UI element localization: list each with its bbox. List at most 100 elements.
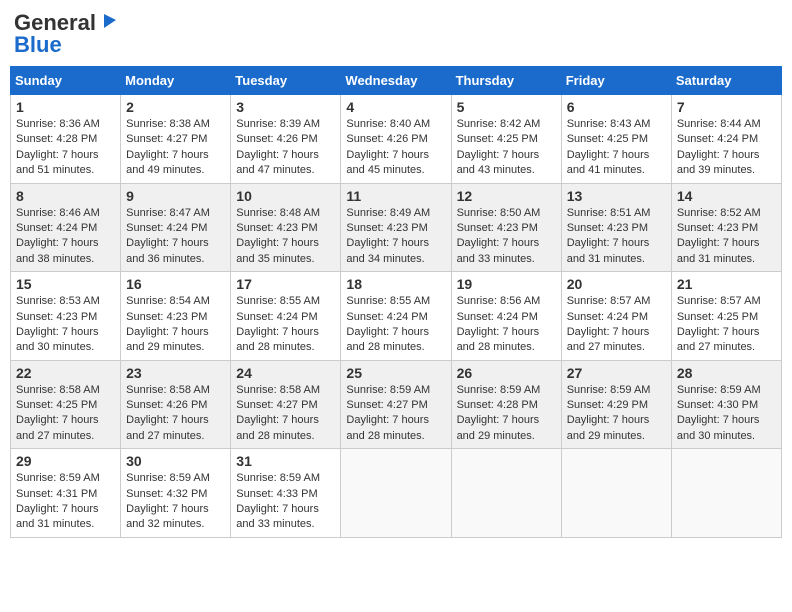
day-info: Sunrise: 8:53 AM Sunset: 4:23 PM Dayligh… — [16, 294, 115, 356]
day-number: 20 — [567, 276, 666, 292]
day-number: 3 — [236, 99, 335, 115]
day-cell: 23 Sunrise: 8:58 AM Sunset: 4:26 PM Dayl… — [121, 360, 231, 449]
day-cell — [451, 449, 561, 538]
day-number: 6 — [567, 99, 666, 115]
day-info: Sunrise: 8:39 AM Sunset: 4:26 PM Dayligh… — [236, 117, 335, 179]
header-day-saturday: Saturday — [671, 67, 781, 95]
day-number: 21 — [677, 276, 776, 292]
day-number: 10 — [236, 188, 335, 204]
day-cell: 25 Sunrise: 8:59 AM Sunset: 4:27 PM Dayl… — [341, 360, 451, 449]
day-info: Sunrise: 8:59 AM Sunset: 4:31 PM Dayligh… — [16, 471, 115, 533]
day-number: 24 — [236, 365, 335, 381]
day-info: Sunrise: 8:57 AM Sunset: 4:25 PM Dayligh… — [677, 294, 776, 356]
day-number: 14 — [677, 188, 776, 204]
header-day-tuesday: Tuesday — [231, 67, 341, 95]
day-info: Sunrise: 8:56 AM Sunset: 4:24 PM Dayligh… — [457, 294, 556, 356]
day-info: Sunrise: 8:52 AM Sunset: 4:23 PM Dayligh… — [677, 206, 776, 268]
week-row-3: 15 Sunrise: 8:53 AM Sunset: 4:23 PM Dayl… — [11, 272, 782, 361]
day-info: Sunrise: 8:58 AM Sunset: 4:27 PM Dayligh… — [236, 383, 335, 445]
day-number: 9 — [126, 188, 225, 204]
day-number: 7 — [677, 99, 776, 115]
day-info: Sunrise: 8:36 AM Sunset: 4:28 PM Dayligh… — [16, 117, 115, 179]
day-number: 18 — [346, 276, 445, 292]
day-cell: 27 Sunrise: 8:59 AM Sunset: 4:29 PM Dayl… — [561, 360, 671, 449]
day-info: Sunrise: 8:48 AM Sunset: 4:23 PM Dayligh… — [236, 206, 335, 268]
day-cell: 10 Sunrise: 8:48 AM Sunset: 4:23 PM Dayl… — [231, 183, 341, 272]
day-cell: 14 Sunrise: 8:52 AM Sunset: 4:23 PM Dayl… — [671, 183, 781, 272]
day-number: 15 — [16, 276, 115, 292]
day-info: Sunrise: 8:57 AM Sunset: 4:24 PM Dayligh… — [567, 294, 666, 356]
day-info: Sunrise: 8:59 AM Sunset: 4:27 PM Dayligh… — [346, 383, 445, 445]
day-number: 23 — [126, 365, 225, 381]
day-cell — [561, 449, 671, 538]
week-row-1: 1 Sunrise: 8:36 AM Sunset: 4:28 PM Dayli… — [11, 95, 782, 184]
day-number: 1 — [16, 99, 115, 115]
day-cell: 2 Sunrise: 8:38 AM Sunset: 4:27 PM Dayli… — [121, 95, 231, 184]
day-info: Sunrise: 8:59 AM Sunset: 4:33 PM Dayligh… — [236, 471, 335, 533]
day-cell: 3 Sunrise: 8:39 AM Sunset: 4:26 PM Dayli… — [231, 95, 341, 184]
calendar-table: SundayMondayTuesdayWednesdayThursdayFrid… — [10, 66, 782, 538]
day-number: 19 — [457, 276, 556, 292]
header-day-thursday: Thursday — [451, 67, 561, 95]
day-number: 31 — [236, 453, 335, 469]
day-cell: 17 Sunrise: 8:55 AM Sunset: 4:24 PM Dayl… — [231, 272, 341, 361]
header-day-monday: Monday — [121, 67, 231, 95]
logo: General Blue — [14, 10, 120, 58]
day-cell: 20 Sunrise: 8:57 AM Sunset: 4:24 PM Dayl… — [561, 272, 671, 361]
day-number: 28 — [677, 365, 776, 381]
day-info: Sunrise: 8:47 AM Sunset: 4:24 PM Dayligh… — [126, 206, 225, 268]
day-cell: 4 Sunrise: 8:40 AM Sunset: 4:26 PM Dayli… — [341, 95, 451, 184]
day-number: 27 — [567, 365, 666, 381]
header-row: SundayMondayTuesdayWednesdayThursdayFrid… — [11, 67, 782, 95]
day-number: 17 — [236, 276, 335, 292]
day-cell: 6 Sunrise: 8:43 AM Sunset: 4:25 PM Dayli… — [561, 95, 671, 184]
day-cell: 1 Sunrise: 8:36 AM Sunset: 4:28 PM Dayli… — [11, 95, 121, 184]
day-cell: 31 Sunrise: 8:59 AM Sunset: 4:33 PM Dayl… — [231, 449, 341, 538]
day-cell: 15 Sunrise: 8:53 AM Sunset: 4:23 PM Dayl… — [11, 272, 121, 361]
day-cell: 9 Sunrise: 8:47 AM Sunset: 4:24 PM Dayli… — [121, 183, 231, 272]
week-row-4: 22 Sunrise: 8:58 AM Sunset: 4:25 PM Dayl… — [11, 360, 782, 449]
day-cell: 12 Sunrise: 8:50 AM Sunset: 4:23 PM Dayl… — [451, 183, 561, 272]
day-number: 8 — [16, 188, 115, 204]
day-info: Sunrise: 8:38 AM Sunset: 4:27 PM Dayligh… — [126, 117, 225, 179]
day-cell: 22 Sunrise: 8:58 AM Sunset: 4:25 PM Dayl… — [11, 360, 121, 449]
day-cell: 11 Sunrise: 8:49 AM Sunset: 4:23 PM Dayl… — [341, 183, 451, 272]
week-row-2: 8 Sunrise: 8:46 AM Sunset: 4:24 PM Dayli… — [11, 183, 782, 272]
day-info: Sunrise: 8:59 AM Sunset: 4:30 PM Dayligh… — [677, 383, 776, 445]
day-number: 13 — [567, 188, 666, 204]
day-info: Sunrise: 8:46 AM Sunset: 4:24 PM Dayligh… — [16, 206, 115, 268]
header-day-wednesday: Wednesday — [341, 67, 451, 95]
day-number: 22 — [16, 365, 115, 381]
day-number: 12 — [457, 188, 556, 204]
day-info: Sunrise: 8:54 AM Sunset: 4:23 PM Dayligh… — [126, 294, 225, 356]
logo-icon — [98, 10, 120, 32]
day-cell: 7 Sunrise: 8:44 AM Sunset: 4:24 PM Dayli… — [671, 95, 781, 184]
day-number: 2 — [126, 99, 225, 115]
day-info: Sunrise: 8:58 AM Sunset: 4:26 PM Dayligh… — [126, 383, 225, 445]
day-info: Sunrise: 8:42 AM Sunset: 4:25 PM Dayligh… — [457, 117, 556, 179]
day-number: 11 — [346, 188, 445, 204]
week-row-5: 29 Sunrise: 8:59 AM Sunset: 4:31 PM Dayl… — [11, 449, 782, 538]
header-day-friday: Friday — [561, 67, 671, 95]
day-info: Sunrise: 8:55 AM Sunset: 4:24 PM Dayligh… — [346, 294, 445, 356]
day-info: Sunrise: 8:59 AM Sunset: 4:32 PM Dayligh… — [126, 471, 225, 533]
day-cell — [341, 449, 451, 538]
day-info: Sunrise: 8:40 AM Sunset: 4:26 PM Dayligh… — [346, 117, 445, 179]
day-info: Sunrise: 8:50 AM Sunset: 4:23 PM Dayligh… — [457, 206, 556, 268]
day-cell: 16 Sunrise: 8:54 AM Sunset: 4:23 PM Dayl… — [121, 272, 231, 361]
day-cell: 24 Sunrise: 8:58 AM Sunset: 4:27 PM Dayl… — [231, 360, 341, 449]
day-number: 30 — [126, 453, 225, 469]
day-info: Sunrise: 8:44 AM Sunset: 4:24 PM Dayligh… — [677, 117, 776, 179]
day-number: 5 — [457, 99, 556, 115]
day-info: Sunrise: 8:51 AM Sunset: 4:23 PM Dayligh… — [567, 206, 666, 268]
day-number: 4 — [346, 99, 445, 115]
day-cell: 5 Sunrise: 8:42 AM Sunset: 4:25 PM Dayli… — [451, 95, 561, 184]
day-cell: 13 Sunrise: 8:51 AM Sunset: 4:23 PM Dayl… — [561, 183, 671, 272]
day-number: 16 — [126, 276, 225, 292]
day-cell: 28 Sunrise: 8:59 AM Sunset: 4:30 PM Dayl… — [671, 360, 781, 449]
day-cell: 29 Sunrise: 8:59 AM Sunset: 4:31 PM Dayl… — [11, 449, 121, 538]
day-info: Sunrise: 8:58 AM Sunset: 4:25 PM Dayligh… — [16, 383, 115, 445]
day-info: Sunrise: 8:43 AM Sunset: 4:25 PM Dayligh… — [567, 117, 666, 179]
day-cell: 18 Sunrise: 8:55 AM Sunset: 4:24 PM Dayl… — [341, 272, 451, 361]
day-number: 25 — [346, 365, 445, 381]
